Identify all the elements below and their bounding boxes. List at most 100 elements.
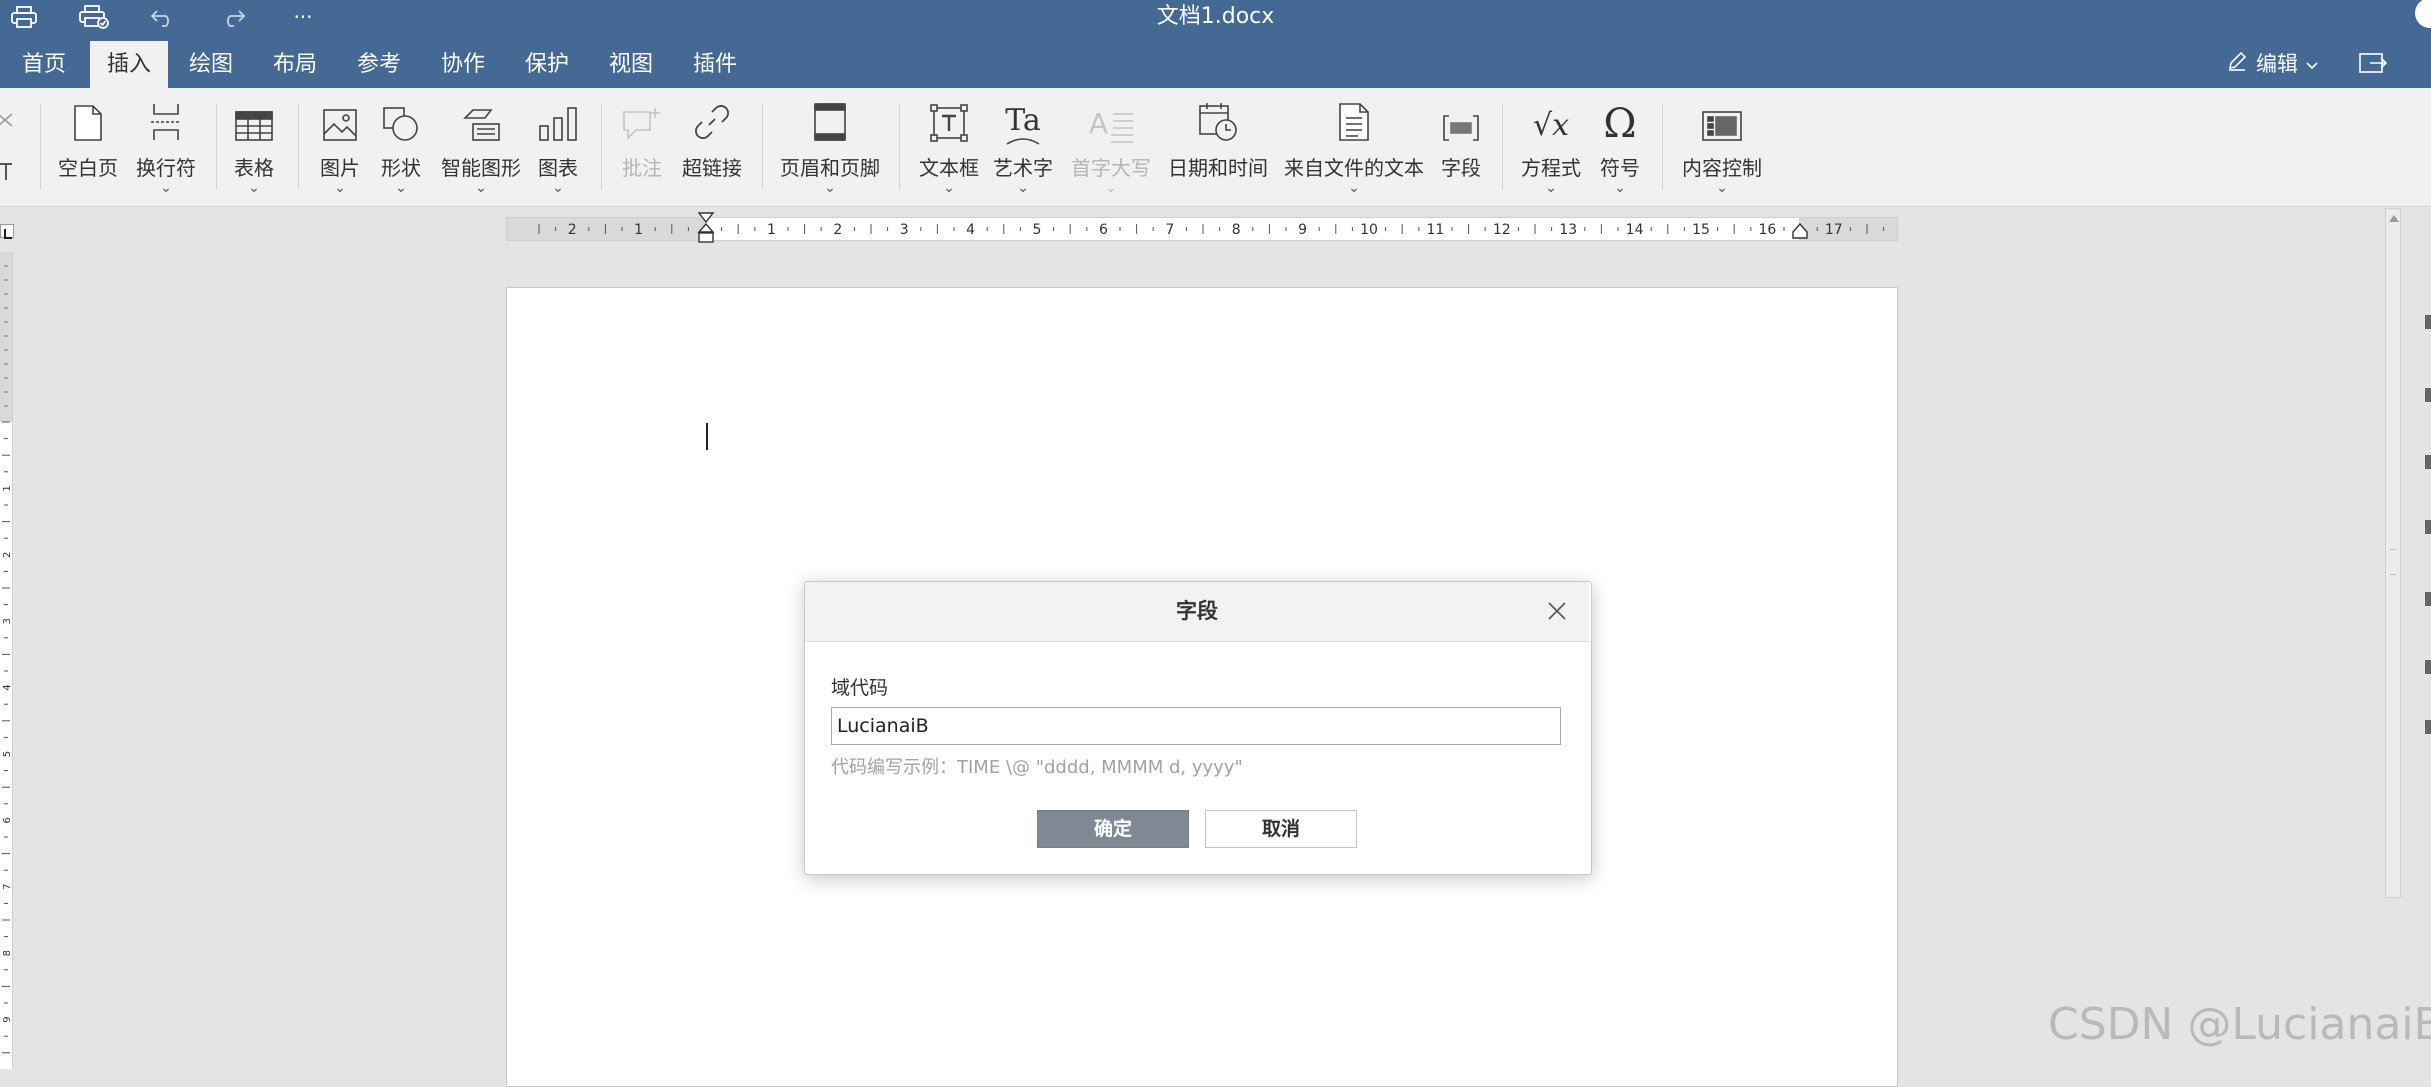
ruler-number: 15 [1692, 222, 1710, 238]
ruler-ticks: 2 1 1 2 3 4 5 6 7 8 9 10 11 12 13 14 15 16 17 [538, 222, 1885, 238]
scrollbar-grip[interactable] [2390, 549, 2396, 575]
quick-print-icon[interactable] [74, 0, 114, 33]
menu-bar: 首页 插入 绘图 布局 参考 协作 保护 视图 插件 编辑 [0, 33, 2431, 88]
indent-marker[interactable] [697, 212, 715, 252]
tab-draw[interactable]: 绘图 [189, 41, 233, 88]
tab-insert[interactable]: 插入 [90, 41, 168, 88]
dialog-header[interactable]: 字段 [805, 582, 1589, 642]
ruler-number: 4 [2, 684, 12, 690]
smartart-icon [461, 108, 501, 146]
equation-icon: √x [1532, 108, 1570, 143]
shape-label: 形状 [381, 156, 421, 180]
side-panel-icon[interactable] [2425, 388, 2431, 402]
watermark: CSDN @LucianaiB [2048, 999, 2431, 1050]
tab-collaboration[interactable]: 协作 [441, 41, 485, 88]
equation-button[interactable]: √x 方程式 ⌄ [1521, 102, 1581, 196]
image-icon [322, 108, 358, 146]
comment-button[interactable]: 批注 [622, 102, 662, 181]
wordart-label: 艺术字 [993, 156, 1053, 180]
ruler-number: 13 [1559, 222, 1577, 238]
image-button[interactable]: 图片 ⌄ [320, 102, 360, 195]
edit-mode-button[interactable]: 编辑 [2226, 47, 2318, 79]
shape-icon [382, 106, 420, 146]
right-indent-marker[interactable] [1791, 222, 1809, 244]
chevron-down-icon: ⌄ [1348, 180, 1360, 196]
side-panel-icon[interactable] [2425, 520, 2431, 534]
ruler-number: 6 [2, 817, 12, 823]
format-painter-icon[interactable] [0, 160, 14, 186]
chart-button[interactable]: 图表 ⌄ [538, 102, 578, 196]
undo-icon[interactable] [146, 0, 180, 33]
date-time-button[interactable]: 日期和时间 [1168, 102, 1268, 181]
chevron-down-icon: ⌄ [1716, 180, 1728, 196]
page-break-button[interactable]: 换行符 ⌄ [136, 102, 196, 195]
tab-view[interactable]: 视图 [609, 41, 653, 88]
field-dialog: 字段 域代码 代码编写示例：TIME \@ "dddd, MMMM d, yyy… [804, 581, 1592, 875]
blank-page-label: 空白页 [58, 156, 118, 180]
redo-icon[interactable] [216, 0, 250, 33]
close-icon[interactable] [1544, 598, 1570, 624]
ribbon-divider [899, 104, 900, 190]
drop-cap-button[interactable]: A 首字大写 ⌄ [1071, 102, 1151, 196]
chevron-down-icon: ⌄ [248, 180, 260, 196]
side-panel-icon[interactable] [2425, 592, 2431, 606]
page-break-label: 换行符 [136, 156, 196, 180]
equation-label: 方程式 [1521, 156, 1581, 180]
ruler-number: 1 [2, 485, 12, 491]
ruler-number: 4 [966, 222, 975, 238]
text-from-file-button[interactable]: 来自文件的文本 ⌄ [1284, 102, 1424, 196]
ok-button[interactable]: 确定 [1037, 810, 1189, 848]
text-from-file-label: 来自文件的文本 [1284, 156, 1424, 180]
ribbon-divider [1502, 104, 1503, 190]
open-location-icon[interactable] [2358, 47, 2388, 79]
shape-button[interactable]: 形状 ⌄ [381, 102, 421, 195]
hyperlink-button[interactable]: 超链接 [682, 102, 742, 181]
wordart-button[interactable]: Ta 艺术字 ⌄ [993, 102, 1053, 196]
ruler-number: 7 [1165, 222, 1174, 238]
horizontal-ruler[interactable]: 2 1 1 2 3 4 5 6 7 8 9 10 11 12 13 14 15 16 17 [506, 212, 1898, 244]
chevron-down-icon: ⌄ [824, 180, 836, 196]
edit-mode-label: 编辑 [2256, 52, 2298, 76]
side-panel-icon[interactable] [2425, 455, 2431, 469]
more-icon[interactable]: ··· [286, 0, 320, 33]
scroll-up-arrow[interactable] [2389, 215, 2399, 222]
image-label: 图片 [320, 156, 360, 180]
vertical-ruler[interactable]: 1 2 3 4 5 6 7 8 9 [0, 252, 13, 1069]
field-button[interactable]: 字段 [1441, 102, 1481, 181]
field-code-input[interactable] [831, 707, 1561, 745]
ruler-number: 7 [2, 884, 12, 890]
table-icon [234, 110, 274, 146]
chevron-down-icon: ⌄ [552, 180, 564, 196]
smartart-button[interactable]: 智能图形 ⌄ [441, 102, 521, 195]
ruler-number: 17 [1825, 222, 1843, 238]
ruler-number: 11 [1426, 222, 1444, 238]
table-label: 表格 [234, 156, 274, 180]
header-footer-button[interactable]: 页眉和页脚 ⌄ [780, 102, 880, 196]
side-panel-icon[interactable] [2425, 660, 2431, 674]
tab-protection[interactable]: 保护 [525, 41, 569, 88]
tab-layout[interactable]: 布局 [273, 41, 317, 88]
tab-references[interactable]: 参考 [357, 41, 401, 88]
textbox-label: 文本框 [919, 156, 979, 180]
ribbon-divider [601, 104, 602, 190]
account-avatar[interactable] [2415, 0, 2431, 28]
hyperlink-label: 超链接 [682, 156, 742, 180]
ruler-number: 3 [2, 618, 12, 624]
tab-plugins[interactable]: 插件 [693, 41, 737, 88]
side-panel-icon[interactable] [2425, 315, 2431, 329]
chevron-down-icon: ⌄ [1545, 180, 1557, 196]
side-panel-icon[interactable] [2425, 720, 2431, 734]
table-button[interactable]: 表格 ⌄ [234, 102, 274, 196]
blank-page-button[interactable]: 空白页 [58, 102, 118, 181]
wordart-icon: Ta [1005, 106, 1041, 146]
cancel-button[interactable]: 取消 [1205, 810, 1357, 848]
chevron-down-icon: ⌄ [1614, 180, 1626, 196]
tab-stop-selector[interactable] [0, 224, 14, 239]
print-icon[interactable] [6, 0, 42, 33]
textbox-button[interactable]: 文本框 ⌄ [919, 102, 979, 195]
scissors-icon[interactable] [0, 110, 16, 136]
symbol-button[interactable]: Ω 符号 ⌄ [1600, 102, 1640, 196]
tab-home[interactable]: 首页 [22, 41, 66, 88]
content-control-button[interactable]: 内容控制 ⌄ [1682, 102, 1762, 196]
vertical-scrollbar[interactable] [2385, 208, 2401, 898]
